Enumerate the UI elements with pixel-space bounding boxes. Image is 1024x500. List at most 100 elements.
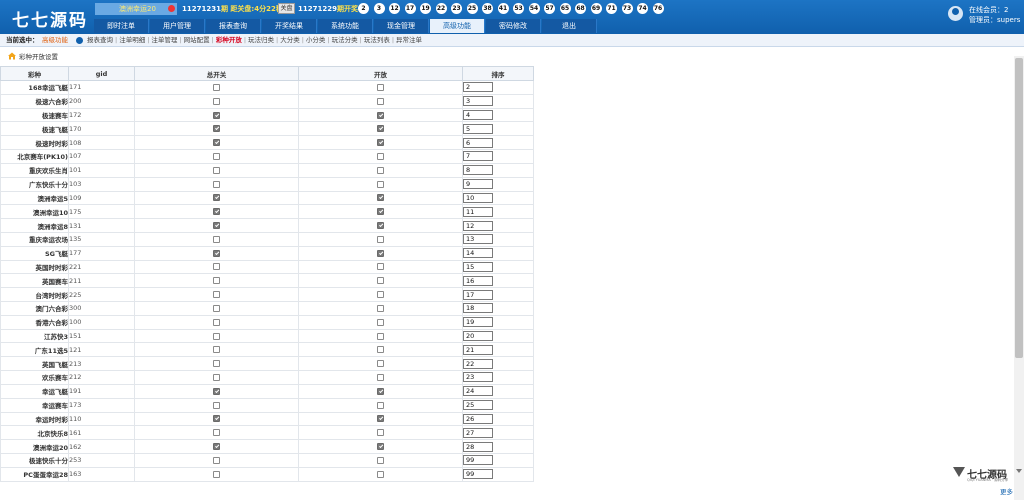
sort-order-input[interactable]: 17: [463, 289, 493, 300]
master-switch-checkbox[interactable]: [213, 111, 220, 119]
master-switch-checkbox[interactable]: [213, 222, 220, 230]
sort-order-input[interactable]: 3: [463, 96, 493, 107]
open-checkbox[interactable]: [377, 194, 384, 202]
master-switch-checkbox[interactable]: [213, 304, 220, 312]
master-switch-checkbox[interactable]: [213, 125, 220, 133]
menu-tab[interactable]: 用户管理: [150, 19, 205, 33]
open-checkbox[interactable]: [377, 139, 384, 147]
open-checkbox[interactable]: [377, 235, 384, 243]
menu-tab[interactable]: 系统功能: [318, 19, 373, 33]
open-checkbox[interactable]: [377, 263, 384, 271]
sub-nav-link[interactable]: 玩法归类: [248, 36, 274, 44]
master-switch-checkbox[interactable]: [213, 443, 220, 451]
open-checkbox[interactable]: [377, 429, 384, 437]
sort-order-input[interactable]: 4: [463, 110, 493, 121]
menu-tab[interactable]: 报表查询: [206, 19, 261, 33]
sort-order-input[interactable]: 16: [463, 275, 493, 286]
master-switch-checkbox[interactable]: [213, 360, 220, 368]
master-switch-checkbox[interactable]: [213, 387, 220, 395]
sort-order-input[interactable]: 6: [463, 137, 493, 148]
open-checkbox[interactable]: [377, 304, 384, 312]
more-link[interactable]: 更多: [1000, 486, 1013, 496]
master-switch-checkbox[interactable]: [213, 401, 220, 409]
master-switch-checkbox[interactable]: [213, 180, 220, 188]
scrollbar-thumb[interactable]: [1015, 58, 1023, 358]
open-checkbox[interactable]: [377, 387, 384, 395]
menu-tab[interactable]: 现金管理: [374, 19, 429, 33]
open-checkbox[interactable]: [377, 166, 384, 174]
sub-nav-link[interactable]: 玩法分类: [332, 36, 358, 44]
open-checkbox[interactable]: [377, 111, 384, 119]
open-checkbox[interactable]: [377, 291, 384, 299]
open-checkbox[interactable]: [377, 208, 384, 216]
open-checkbox[interactable]: [377, 249, 384, 257]
master-switch-checkbox[interactable]: [213, 470, 220, 478]
scroll-down-arrow-icon[interactable]: [1016, 469, 1022, 473]
master-switch-checkbox[interactable]: [213, 152, 220, 160]
sub-nav-link[interactable]: 小分类: [306, 36, 326, 44]
open-checkbox[interactable]: [377, 125, 384, 133]
master-switch-checkbox[interactable]: [213, 332, 220, 340]
sort-order-input[interactable]: 99: [463, 455, 493, 466]
sort-order-input[interactable]: 28: [463, 441, 493, 452]
sort-order-input[interactable]: 2: [463, 82, 493, 93]
sub-nav-link[interactable]: 报表查询: [87, 36, 113, 44]
current-game-box[interactable]: 澳洲幸运20: [95, 3, 177, 15]
master-switch-checkbox[interactable]: [213, 373, 220, 381]
open-checkbox[interactable]: [377, 222, 384, 230]
menu-tab[interactable]: 即时注单: [94, 19, 149, 33]
master-switch-checkbox[interactable]: [213, 83, 220, 91]
open-checkbox[interactable]: [377, 456, 384, 464]
sort-order-input[interactable]: 10: [463, 192, 493, 203]
sort-order-input[interactable]: 20: [463, 331, 493, 342]
sub-nav-link[interactable]: 网站配置: [184, 36, 210, 44]
menu-tab[interactable]: 开奖结果: [262, 19, 317, 33]
master-switch-checkbox[interactable]: [213, 208, 220, 216]
open-checkbox[interactable]: [377, 360, 384, 368]
open-checkbox[interactable]: [377, 332, 384, 340]
sort-order-input[interactable]: 8: [463, 165, 493, 176]
sort-order-input[interactable]: 27: [463, 427, 493, 438]
sub-nav-link[interactable]: 大分类: [280, 36, 300, 44]
open-checkbox[interactable]: [377, 373, 384, 381]
open-checkbox[interactable]: [377, 470, 384, 478]
open-checkbox[interactable]: [377, 180, 384, 188]
open-checkbox[interactable]: [377, 152, 384, 160]
master-switch-checkbox[interactable]: [213, 139, 220, 147]
sub-nav-link[interactable]: 玩法列表: [364, 36, 390, 44]
open-checkbox[interactable]: [377, 401, 384, 409]
sort-order-input[interactable]: 25: [463, 400, 493, 411]
menu-tab[interactable]: 高级功能: [430, 19, 485, 33]
master-switch-checkbox[interactable]: [213, 235, 220, 243]
sort-order-input[interactable]: 21: [463, 344, 493, 355]
open-checkbox[interactable]: [377, 97, 384, 105]
master-switch-checkbox[interactable]: [213, 291, 220, 299]
open-checkbox[interactable]: [377, 277, 384, 285]
sort-order-input[interactable]: 19: [463, 317, 493, 328]
master-switch-checkbox[interactable]: [213, 415, 220, 423]
sort-order-input[interactable]: 13: [463, 234, 493, 245]
master-switch-checkbox[interactable]: [213, 277, 220, 285]
sort-order-input[interactable]: 11: [463, 206, 493, 217]
master-switch-checkbox[interactable]: [213, 194, 220, 202]
menu-tab[interactable]: 密码修改: [486, 19, 541, 33]
sort-order-input[interactable]: 22: [463, 358, 493, 369]
sort-order-input[interactable]: 23: [463, 372, 493, 383]
open-checkbox[interactable]: [377, 415, 384, 423]
close-betting-button[interactable]: 关盘: [278, 3, 295, 14]
open-checkbox[interactable]: [377, 318, 384, 326]
sort-order-input[interactable]: 24: [463, 386, 493, 397]
sort-order-input[interactable]: 18: [463, 303, 493, 314]
sort-order-input[interactable]: 15: [463, 261, 493, 272]
sort-order-input[interactable]: 99: [463, 469, 493, 480]
master-switch-checkbox[interactable]: [213, 456, 220, 464]
sub-nav-link[interactable]: 异常注单: [396, 36, 422, 44]
open-checkbox[interactable]: [377, 83, 384, 91]
open-checkbox[interactable]: [377, 443, 384, 451]
sort-order-input[interactable]: 26: [463, 413, 493, 424]
sub-nav-link[interactable]: 注单明细: [119, 36, 145, 44]
sort-order-input[interactable]: 7: [463, 151, 493, 162]
master-switch-checkbox[interactable]: [213, 263, 220, 271]
sub-nav-link[interactable]: 注单管理: [151, 36, 177, 44]
sort-order-input[interactable]: 14: [463, 248, 493, 259]
